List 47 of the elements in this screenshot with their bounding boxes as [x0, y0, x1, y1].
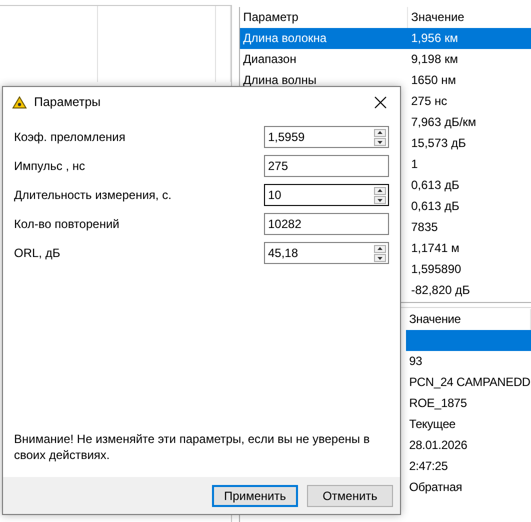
table-cell-text: 1,595890: [410, 261, 462, 278]
warning-icon: [12, 96, 27, 108]
apply-button[interactable]: Применить: [212, 484, 298, 506]
table-cell-text: 0,613 дБ: [410, 177, 460, 194]
table-cell-text: 7,963 дБ/км: [410, 114, 478, 131]
warning-text: Внимание! Не изменяйте эти параметры, если вы не уверены в своих действиях.: [13, 431, 371, 464]
spin-down-icon[interactable]: [374, 254, 386, 262]
field-label: Импульс , нс: [14, 159, 85, 173]
field-label: ORL, дБ: [14, 246, 60, 260]
table-cell-text: 93: [408, 353, 424, 370]
close-icon: [374, 96, 386, 108]
window-title: Параметры: [34, 95, 102, 109]
table-cell-text: 9,198 км: [410, 51, 459, 68]
table-cell-text: 1,956 км: [410, 30, 459, 47]
column-header[interactable]: Значение: [408, 7, 531, 28]
spin-box[interactable]: 45,18: [264, 242, 389, 264]
spin-down-icon[interactable]: [374, 138, 386, 146]
field-label: Коэф. преломления: [14, 130, 126, 144]
table-cell-text: PCN_24 CAMPANEDD: [408, 374, 531, 391]
table-cell-text: -82,820 дБ: [410, 282, 472, 299]
table-cell-text: 15,573 дБ: [410, 135, 468, 152]
table-cell-text: Длина волокна: [242, 30, 328, 47]
input-field[interactable]: 10282: [264, 213, 389, 235]
spin-up-icon[interactable]: [374, 128, 386, 136]
table-cell-text: 0,613 дБ: [410, 198, 460, 215]
table-cell-text: ROE_1875: [408, 395, 468, 412]
table-cell-text: 275 нс: [410, 93, 448, 110]
table-cell-text: Диапазон: [242, 51, 298, 68]
table-cell-text: 1,1741 м: [410, 240, 460, 257]
spin-box[interactable]: 10: [264, 184, 389, 206]
table-cell-text: 7835: [410, 219, 439, 236]
field-label: Кол-во повторений: [14, 217, 120, 231]
spin-up-icon[interactable]: [374, 244, 386, 252]
table-cell-text: 28.01.2026: [408, 437, 468, 454]
table-cell-text: Длина волны: [242, 72, 318, 89]
table-cell-text: 1: [410, 156, 419, 173]
table-cell-text: Текущее: [408, 416, 457, 433]
table-row[interactable]: Длина волокна 1,956 км: [240, 28, 531, 49]
spin-down-icon[interactable]: [374, 196, 386, 204]
input-field[interactable]: 275: [264, 155, 389, 177]
table-cell-text: Обратная: [408, 479, 464, 496]
spin-up-icon[interactable]: [374, 186, 386, 194]
cancel-button[interactable]: Отменить: [307, 484, 393, 506]
table-cell-text: 2:47:25: [408, 458, 449, 475]
table-cell-text: 1650 нм: [410, 72, 458, 89]
spin-box[interactable]: 1,5959: [264, 126, 389, 148]
field-label: Длительность измерения, с.: [14, 188, 172, 202]
